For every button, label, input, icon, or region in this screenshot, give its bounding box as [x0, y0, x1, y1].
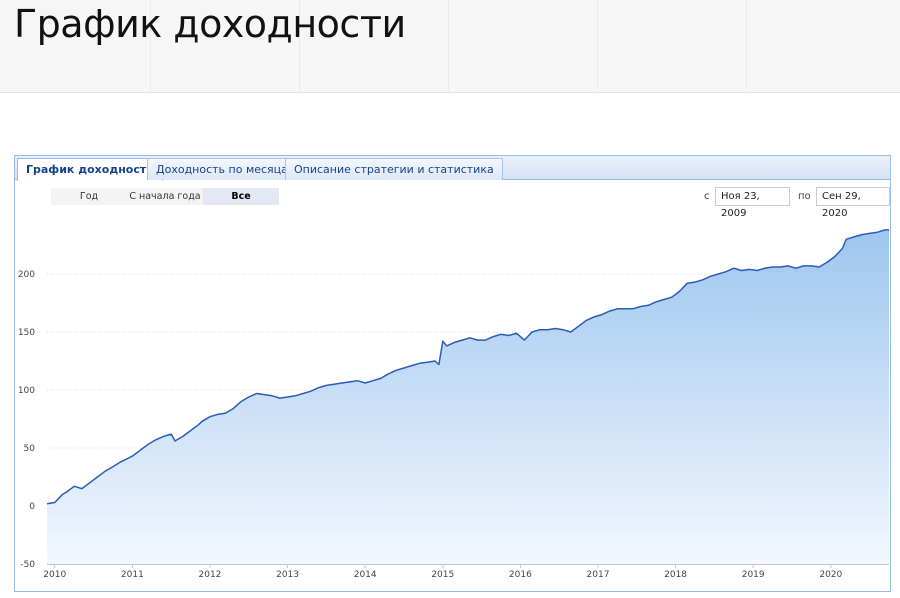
x-tick-label: 2012: [199, 570, 222, 580]
x-tick-label: 2010: [43, 570, 66, 580]
y-tick-label: 0: [29, 502, 35, 512]
tab-monthly-returns[interactable]: Доходность по месяцам: [147, 158, 306, 180]
x-tick-label: 2014: [354, 570, 377, 580]
header-divider: [597, 0, 598, 93]
x-tick-label: 2011: [121, 570, 144, 580]
page-title: График доходности: [14, 2, 406, 46]
y-tick-label: 50: [24, 444, 36, 454]
header-divider: [448, 0, 449, 93]
x-tick-label: 2019: [742, 570, 765, 580]
chart-panel: График доходности Доходность по месяцам …: [14, 155, 891, 592]
tab-strip: График доходности Доходность по месяцам …: [15, 156, 890, 181]
x-tick-label: 2018: [664, 570, 687, 580]
returns-chart: -50 0 50 100 150 200 2010 2011 2012 2013 2014 2015 2…: [18, 229, 889, 580]
page-header: График доходности: [0, 0, 900, 93]
header-divider: [746, 0, 747, 93]
x-tick-label: 2016: [509, 570, 532, 580]
x-tick-label: 2013: [276, 570, 299, 580]
x-tick-label: 2020: [819, 570, 842, 580]
returns-area-fill: [47, 229, 889, 564]
x-tick-label: 2015: [431, 570, 454, 580]
x-tick-label: 2017: [587, 570, 610, 580]
y-tick-label: -50: [20, 560, 35, 570]
y-tick-label: 200: [18, 270, 35, 280]
y-tick-label: 150: [18, 328, 35, 338]
y-tick-label: 100: [18, 386, 35, 396]
tab-returns-chart[interactable]: График доходности: [17, 158, 163, 181]
tab-strategy-description[interactable]: Описание стратегии и статистика: [285, 158, 503, 180]
